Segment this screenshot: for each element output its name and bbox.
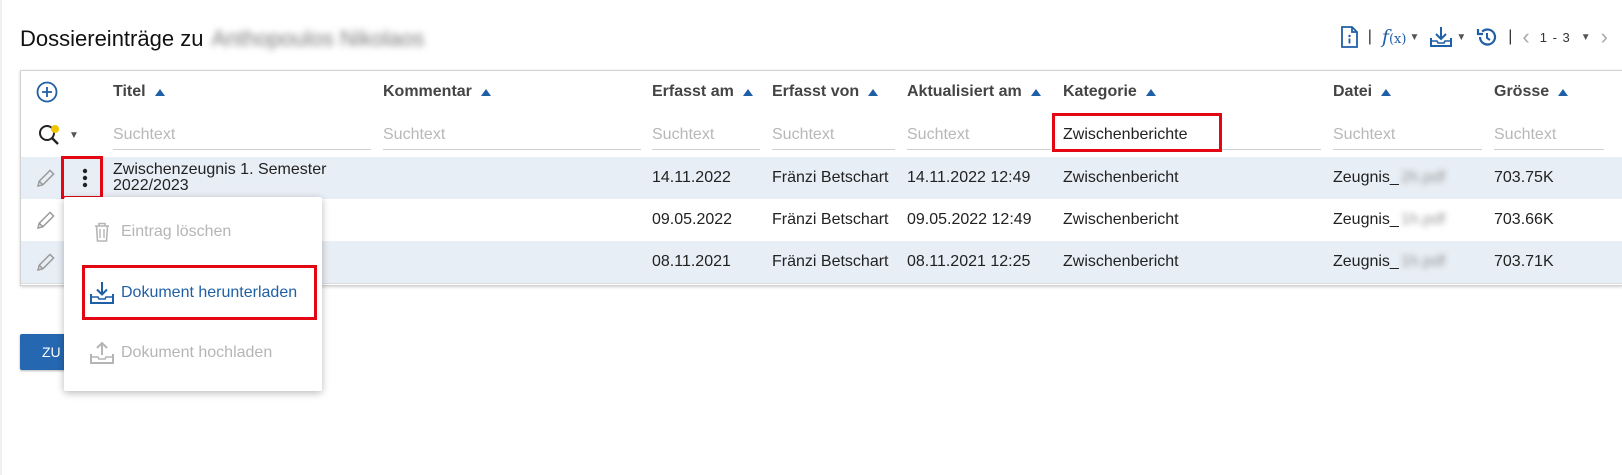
cell-aktualisiert-am: 14.11.2022 12:49 <box>907 169 1031 186</box>
download-tray-icon <box>89 281 115 305</box>
upload-tray-icon <box>89 341 115 365</box>
table-row[interactable]: Zwischenzeugnis 1. Semester 2022/2023 14… <box>21 157 1622 200</box>
column-header-kategorie[interactable]: Kategorie <box>1063 71 1156 113</box>
cell-erfasst-von: Fränzi Betschart <box>772 253 889 270</box>
sort-asc-icon <box>742 88 753 96</box>
filter-input-erfasst-von[interactable] <box>772 121 895 150</box>
row-actions-button[interactable] <box>75 157 95 199</box>
filter-input-erfasst-am[interactable] <box>652 121 760 150</box>
toolbar: | f(x) ▼ ▼ | ‹ 1 - 3 ▼ › <box>1340 22 1608 52</box>
column-header-datei[interactable]: Datei <box>1333 71 1392 113</box>
cell-erfasst-am: 09.05.2022 <box>652 211 733 228</box>
sort-asc-icon <box>1030 88 1041 96</box>
cell-aktualisiert-am: 08.11.2021 12:25 <box>907 253 1031 270</box>
history-button[interactable] <box>1476 26 1498 48</box>
paging-range: 1 - 3 <box>1539 29 1571 45</box>
chevron-down-icon: ▼ <box>1409 31 1420 43</box>
filter-options-button[interactable]: ▼ <box>37 113 79 157</box>
pencil-icon <box>36 253 55 272</box>
cell-datei: Zeugnis_ 1h.pdf <box>1333 253 1446 270</box>
cell-erfasst-am: 08.11.2021 <box>652 253 731 270</box>
sort-asc-icon <box>1381 88 1392 96</box>
menu-item-delete-entry[interactable]: Eintrag löschen <box>64 213 322 251</box>
cell-titel: Zwischenzeugnis 1. Semester 2022/2023 <box>113 161 327 194</box>
cell-erfasst-von: Fränzi Betschart <box>772 169 889 186</box>
sort-asc-icon <box>154 88 165 96</box>
cell-datei: Zeugnis_ 2h.pdf <box>1333 169 1446 186</box>
edit-row-button[interactable] <box>35 199 57 241</box>
cell-kategorie: Zwischenbericht <box>1063 211 1179 228</box>
person-name-blurred: Anthopoulos Nikolaos <box>211 26 425 51</box>
page-edge <box>0 0 2 475</box>
toolbar-separator: | <box>1367 28 1372 45</box>
chevron-right-icon[interactable]: › <box>1601 26 1608 48</box>
sort-asc-icon <box>868 88 879 96</box>
cell-groesse: 703.75K <box>1494 169 1554 186</box>
paging-chevron-down-icon[interactable]: ▼ <box>1581 32 1591 43</box>
row-context-menu: Eintrag löschen Dokument herunterladen D… <box>64 197 322 391</box>
filter-input-aktualisiert-am[interactable] <box>907 121 1051 150</box>
cell-aktualisiert-am: 09.05.2022 12:49 <box>907 211 1032 228</box>
function-button[interactable]: f(x) ▼ <box>1382 26 1419 48</box>
column-header-erfasst-am[interactable]: Erfasst am <box>652 71 753 113</box>
export-button[interactable]: ▼ <box>1429 26 1466 48</box>
sort-asc-icon <box>480 88 491 96</box>
download-icon <box>1430 27 1453 47</box>
toolbar-separator: | <box>1508 28 1513 45</box>
plus-circle-icon <box>36 81 58 103</box>
filter-input-kommentar[interactable] <box>383 121 641 150</box>
column-header-groesse[interactable]: Grösse <box>1494 71 1569 113</box>
filter-row: ▼ <box>21 113 1622 158</box>
menu-item-download-document[interactable]: Dokument herunterladen <box>64 274 322 312</box>
trash-icon <box>89 221 115 243</box>
page-title: Dossiereinträge zu Anthopoulos Nikolaos <box>20 24 424 54</box>
search-filter-icon <box>39 125 59 145</box>
column-header-titel[interactable]: Titel <box>113 71 165 113</box>
table-header: Titel Kommentar Erfasst am Erfasst von A… <box>21 71 1622 114</box>
cell-erfasst-am: 14.11.2022 <box>652 169 731 186</box>
sort-asc-icon <box>1145 88 1156 96</box>
add-entry-button[interactable] <box>36 71 58 113</box>
filter-input-datei[interactable] <box>1333 121 1482 150</box>
filter-input-kategorie[interactable] <box>1063 121 1321 150</box>
edit-row-button[interactable] <box>35 241 57 283</box>
cell-erfasst-von: Fränzi Betschart <box>772 211 889 228</box>
pencil-icon <box>36 211 55 230</box>
filter-input-titel[interactable] <box>113 121 371 150</box>
chevron-down-icon: ▼ <box>1456 31 1467 43</box>
file-name-blurred: 1h.pdf <box>1400 253 1446 270</box>
column-header-erfasst-von[interactable]: Erfasst von <box>772 71 879 113</box>
chevron-down-icon: ▼ <box>69 129 79 141</box>
chevron-left-icon[interactable]: ‹ <box>1522 26 1529 48</box>
cell-groesse: 703.71K <box>1494 253 1554 270</box>
menu-item-upload-document[interactable]: Dokument hochladen <box>64 334 322 372</box>
page-title-text: Dossiereinträge zu <box>20 26 204 51</box>
cell-datei: Zeugnis_ 1h.pdf <box>1333 211 1446 228</box>
cell-kategorie: Zwischenbericht <box>1063 169 1179 186</box>
function-icon: f(x) <box>1381 26 1407 48</box>
filter-input-groesse[interactable] <box>1494 121 1604 150</box>
file-name-blurred: 2h.pdf <box>1400 169 1446 186</box>
file-name-blurred: 1h.pdf <box>1400 211 1446 228</box>
document-info-icon <box>1340 26 1358 48</box>
document-info-button[interactable] <box>1340 26 1358 48</box>
history-icon <box>1477 28 1497 46</box>
sort-asc-icon <box>1558 88 1569 96</box>
cell-groesse: 703.66K <box>1494 211 1554 228</box>
cell-kategorie: Zwischenbericht <box>1063 253 1179 270</box>
column-header-kommentar[interactable]: Kommentar <box>383 71 491 113</box>
edit-row-button[interactable] <box>35 157 57 199</box>
pencil-icon <box>36 169 55 188</box>
vertical-dots-icon <box>82 168 88 188</box>
column-header-aktualisiert-am[interactable]: Aktualisiert am <box>907 71 1041 113</box>
